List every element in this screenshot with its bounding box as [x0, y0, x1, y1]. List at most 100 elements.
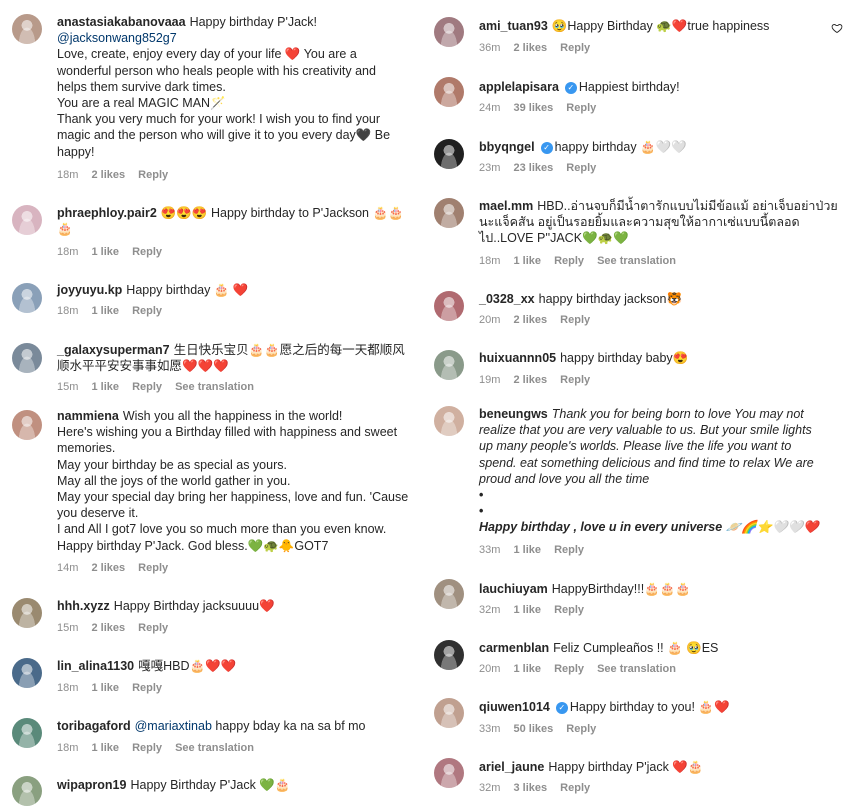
avatar[interactable] [12, 718, 42, 748]
comment-username[interactable]: carmenblan [479, 641, 549, 655]
reply-button[interactable]: Reply [554, 663, 584, 675]
mention-link[interactable]: @mariaxtinab [135, 719, 212, 733]
likes-count[interactable]: 2 likes [91, 622, 125, 634]
avatar[interactable] [434, 698, 464, 728]
comment-username[interactable]: mael.mm [479, 199, 533, 213]
likes-count[interactable]: 1 like [513, 663, 541, 675]
comment-username[interactable]: anastasiakabanovaaa [57, 15, 186, 29]
avatar[interactable] [434, 17, 464, 47]
comment: huixuannn05 happy birthday baby😍 19m 2 li… [425, 342, 850, 397]
comment-username[interactable]: bbyqngel [479, 140, 535, 154]
avatar[interactable] [434, 139, 464, 169]
comment-time: 36m [479, 42, 501, 54]
see-translation-button[interactable]: See translation [597, 663, 676, 675]
see-translation-button[interactable]: See translation [597, 255, 676, 267]
avatar[interactable] [12, 205, 42, 235]
likes-count[interactable]: 2 likes [513, 374, 547, 386]
verified-badge-icon: ✓ [555, 701, 568, 714]
comment: applelapisara ✓ Happiest birthday! 24m 39 … [425, 62, 850, 122]
comment-username[interactable]: huixuannn05 [479, 351, 556, 365]
likes-count[interactable]: 1 like [513, 604, 541, 616]
likes-count[interactable]: 1 like [91, 246, 119, 258]
comment-username[interactable]: phraephloy.pair2 [57, 206, 157, 220]
reply-button[interactable]: Reply [560, 314, 590, 326]
reply-button[interactable]: Reply [566, 162, 596, 174]
comment: joyyuyu.kp Happy birthday 🎂 ❤️ 18m 1 like… [0, 275, 425, 330]
reply-button[interactable]: Reply [554, 604, 584, 616]
reply-button[interactable]: Reply [138, 622, 168, 634]
see-translation-button[interactable]: See translation [175, 381, 254, 393]
comment-username[interactable]: wipapron19 [57, 778, 126, 792]
avatar[interactable] [12, 410, 42, 440]
comment: wipapron19 Happy Birthday P'Jack 💚🎂 [0, 770, 425, 806]
likes-count[interactable]: 2 likes [513, 42, 547, 54]
comment-username[interactable]: ami_tuan93 [479, 19, 548, 33]
comment-username[interactable]: _galaxysuperman7 [57, 343, 170, 357]
mention-link[interactable]: @jacksonwang852g7 [57, 31, 177, 45]
reply-button[interactable]: Reply [566, 723, 596, 735]
comment-time: 32m [479, 782, 501, 794]
avatar[interactable] [12, 658, 42, 688]
reply-button[interactable]: Reply [560, 374, 590, 386]
comment-username[interactable]: joyyuyu.kp [57, 283, 122, 297]
comment-text: 嘎嘎HBD🎂❤️❤️ [138, 659, 237, 673]
avatar[interactable] [12, 776, 42, 806]
likes-count[interactable]: 1 like [91, 381, 119, 393]
comment-time: 20m [479, 314, 501, 326]
likes-count[interactable]: 2 likes [513, 314, 547, 326]
avatar[interactable] [434, 640, 464, 670]
reply-button[interactable]: Reply [560, 782, 590, 794]
likes-count[interactable]: 1 like [91, 742, 119, 754]
comment-username[interactable]: toribagaford [57, 719, 131, 733]
comment-text: Happy Birthday jacksuuuu❤️ [113, 599, 275, 613]
heart-icon[interactable] [831, 22, 843, 34]
avatar[interactable] [434, 758, 464, 788]
comment: carmenblan Feliz Cumpleaños !! 🎂 🥹ES 20m … [425, 632, 850, 687]
comment: anastasiakabanovaaa Happy birthday P'Jack… [0, 0, 425, 190]
reply-button[interactable]: Reply [132, 305, 162, 317]
likes-count[interactable]: 2 likes [91, 562, 125, 574]
see-translation-button[interactable]: See translation [175, 742, 254, 754]
reply-button[interactable]: Reply [554, 544, 584, 556]
comment-username[interactable]: beneungws [479, 407, 548, 421]
comment: hhh.xyzz Happy Birthday jacksuuuu❤️ 15m 2… [0, 590, 425, 640]
likes-count[interactable]: 3 likes [513, 782, 547, 794]
avatar[interactable] [434, 77, 464, 107]
likes-count[interactable]: 1 like [513, 544, 541, 556]
likes-count[interactable]: 1 like [91, 682, 119, 694]
comment-username[interactable]: lauchiuyam [479, 582, 548, 596]
reply-button[interactable]: Reply [138, 169, 168, 181]
likes-count[interactable]: 50 likes [513, 723, 553, 735]
reply-button[interactable]: Reply [132, 246, 162, 258]
reply-button[interactable]: Reply [138, 562, 168, 574]
comment-username[interactable]: hhh.xyzz [57, 599, 110, 613]
comment-username[interactable]: _0328_xx [479, 292, 535, 306]
likes-count[interactable]: 1 like [91, 305, 119, 317]
likes-count[interactable]: 39 likes [513, 102, 553, 114]
reply-button[interactable]: Reply [132, 381, 162, 393]
avatar[interactable] [12, 598, 42, 628]
avatar[interactable] [434, 350, 464, 380]
likes-count[interactable]: 2 likes [91, 169, 125, 181]
reply-button[interactable]: Reply [132, 742, 162, 754]
avatar[interactable] [12, 343, 42, 373]
comment-username[interactable]: lin_alina1130 [57, 659, 134, 673]
reply-button[interactable]: Reply [132, 682, 162, 694]
avatar[interactable] [434, 406, 464, 436]
avatar[interactable] [434, 198, 464, 228]
reply-button[interactable]: Reply [554, 255, 584, 267]
comment-username[interactable]: applelapisara [479, 80, 559, 94]
avatar[interactable] [434, 579, 464, 609]
comment-username[interactable]: nammiena [57, 409, 119, 423]
avatar[interactable] [12, 283, 42, 313]
comment-username[interactable]: ariel_jaune [479, 760, 544, 774]
comment-text: Happy birthday to you! 🎂❤️ [569, 700, 730, 714]
comment: toribagaford @mariaxtinab happy bday ka n… [0, 710, 425, 760]
comment-username[interactable]: qiuwen1014 [479, 700, 550, 714]
reply-button[interactable]: Reply [566, 102, 596, 114]
avatar[interactable] [12, 14, 42, 44]
reply-button[interactable]: Reply [560, 42, 590, 54]
likes-count[interactable]: 23 likes [513, 162, 553, 174]
likes-count[interactable]: 1 like [513, 255, 541, 267]
avatar[interactable] [434, 291, 464, 321]
